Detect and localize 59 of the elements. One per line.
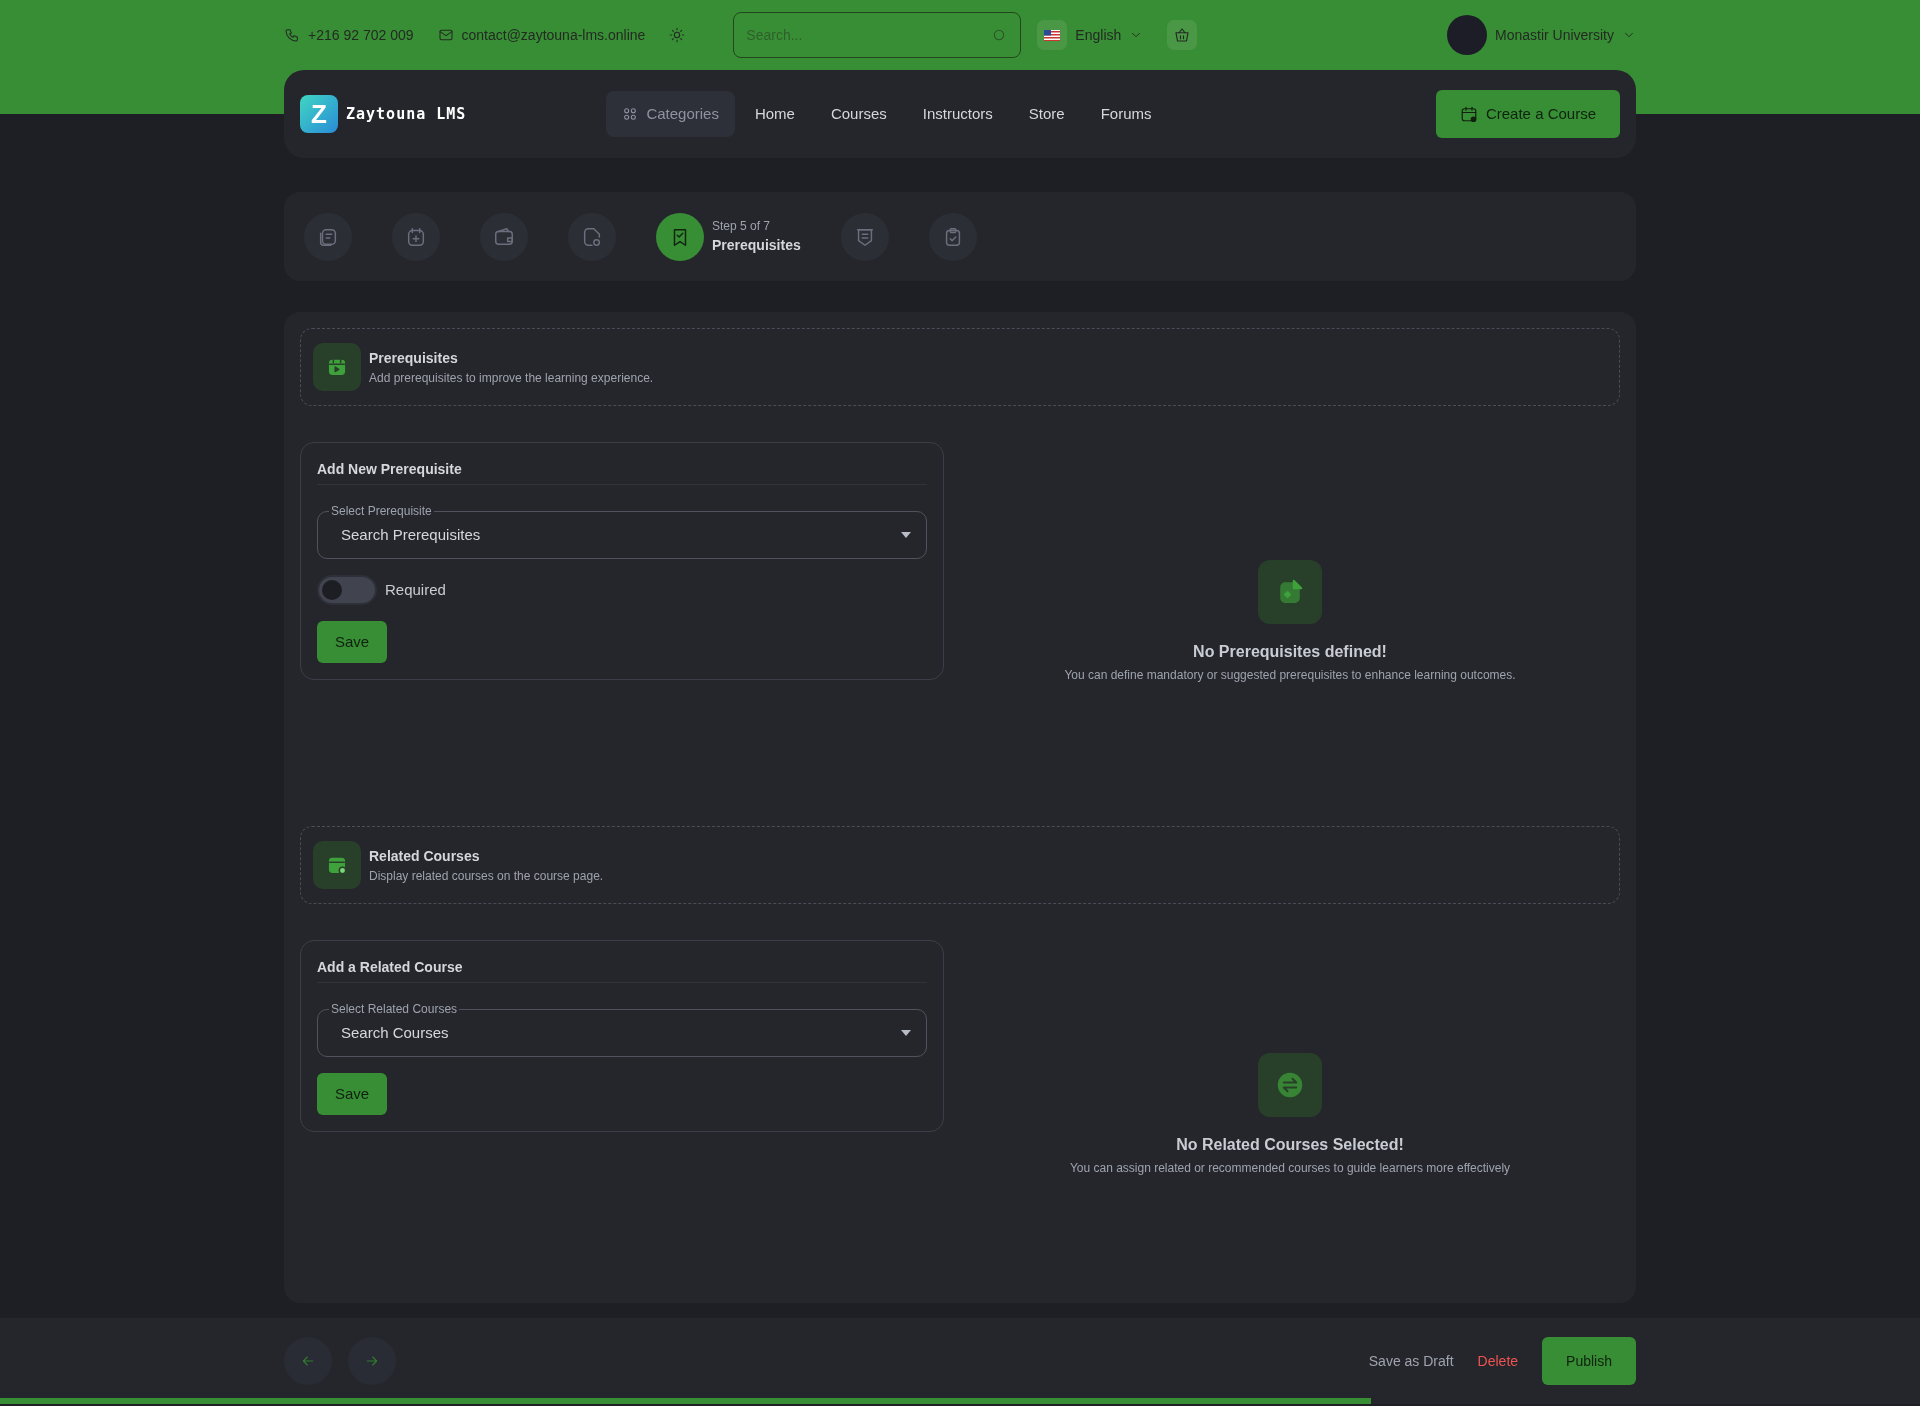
- calendar-icon: [405, 225, 427, 248]
- empty-title: No Related Courses Selected!: [1176, 1135, 1404, 1155]
- select-field[interactable]: Select Prerequisite Search Prerequisites: [317, 501, 927, 559]
- phone-number: +216 92 702 009: [308, 25, 414, 45]
- theme-toggle-icon[interactable]: [669, 27, 686, 43]
- calendar-plus-icon: [1459, 105, 1478, 123]
- toggle-label: Required: [385, 579, 446, 600]
- file-icon: [581, 225, 603, 248]
- caret-icon: [901, 532, 911, 538]
- nav-link[interactable]: Categories: [606, 90, 735, 138]
- empty-text: You can assign related or recommended courses to guide learners more effectively: [1069, 1160, 1511, 1177]
- step-indicator[interactable]: [656, 212, 704, 261]
- swap-icon: [1275, 1070, 1305, 1100]
- section-subtitle: Add prerequisites to improve the learning experience.: [369, 369, 654, 387]
- nav-link[interactable]: Courses: [814, 90, 903, 138]
- empty-title: No Prerequisites defined!: [1193, 642, 1387, 662]
- caret-icon: [901, 1030, 911, 1036]
- nav-link[interactable]: Store: [1012, 90, 1081, 138]
- step-indicator[interactable]: [304, 212, 352, 261]
- nav-link[interactable]: Home: [738, 90, 811, 138]
- section-title: Prerequisites: [369, 348, 459, 368]
- mail-icon: [437, 27, 454, 43]
- nav-link[interactable]: Instructors: [906, 90, 1009, 138]
- language-label[interactable]: English: [1075, 24, 1122, 46]
- cart-button[interactable]: [1167, 20, 1198, 50]
- publish-button[interactable]: Publish: [1542, 1337, 1636, 1385]
- delete-link[interactable]: Delete: [1477, 1350, 1519, 1372]
- step-indicator[interactable]: [392, 212, 440, 261]
- arrow-right-icon: [364, 1353, 380, 1369]
- calendar-video-icon: [326, 356, 348, 378]
- select-placeholder: Search Courses: [341, 1022, 449, 1043]
- nav-link[interactable]: Forums: [1084, 90, 1168, 138]
- save-draft-link[interactable]: Save as Draft: [1368, 1350, 1454, 1372]
- step-indicator[interactable]: [568, 212, 616, 261]
- email-address: contact@zaytouna-lms.online: [461, 25, 646, 45]
- user-avatar[interactable]: [1446, 15, 1487, 55]
- select-field[interactable]: Select Related Courses Search Courses: [317, 999, 927, 1057]
- save-button[interactable]: Save: [317, 621, 388, 663]
- form-title: Add a Related Course: [317, 957, 927, 983]
- flag-icon: [1044, 29, 1061, 41]
- arrow-left-icon: [300, 1353, 316, 1369]
- user-name[interactable]: Monastir University: [1494, 24, 1614, 46]
- empty-text: You can define mandatory or suggested prerequisites to enhance learning outcomes.: [1064, 667, 1516, 684]
- step-indicator[interactable]: [480, 212, 528, 261]
- field-label: Select Prerequisite: [329, 503, 434, 519]
- section-title: Related Courses: [369, 846, 481, 866]
- step-title: Prerequisites: [712, 236, 801, 255]
- phone-icon: [284, 27, 300, 43]
- toggle-switch[interactable]: [317, 575, 377, 605]
- grid-icon: [622, 106, 639, 122]
- basket-icon: [1173, 26, 1192, 44]
- wallet-icon: [493, 225, 515, 248]
- form-title: Add New Prerequisite: [317, 459, 927, 485]
- brand-name[interactable]: Zaytouna LMS: [346, 102, 467, 126]
- create-course-button[interactable]: Create a Course: [1435, 90, 1620, 138]
- section-subtitle: Display related courses on the course page.: [369, 867, 604, 885]
- select-placeholder: Search Prerequisites: [341, 524, 481, 545]
- save-button[interactable]: Save: [317, 1073, 388, 1115]
- step-caption: Step 5 of 7: [712, 218, 772, 235]
